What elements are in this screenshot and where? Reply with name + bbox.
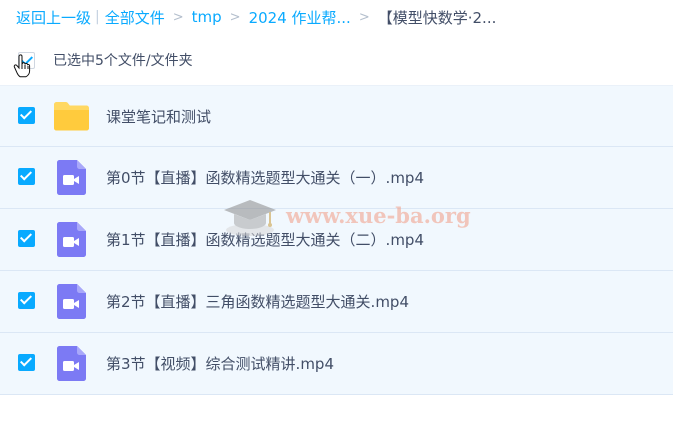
breadcrumb: 返回上一级 | 全部文件 > tmp > 2024 作业帮... > 【模型快数… [16,6,496,28]
row-checkbox[interactable] [18,107,35,124]
watermark-text: www.xue-ba.org [286,203,471,228]
row-checkbox[interactable] [18,230,35,247]
file-name[interactable]: 第2节【直播】三角函数精选题型大通关.mp4 [106,291,409,312]
row-checkbox[interactable] [18,354,35,371]
file-name[interactable]: 第0节【直播】函数精选题型大通关（一）.mp4 [106,167,424,188]
video-file-icon [57,284,86,319]
breadcrumb-separator: > [172,9,184,25]
video-file-icon [57,346,86,381]
breadcrumb-all-files[interactable]: 全部文件 [105,7,165,28]
row-checkbox[interactable] [18,168,35,185]
file-row-folder[interactable]: 课堂笔记和测试 [0,85,673,147]
file-list: 课堂笔记和测试 第0节【直播】函数精选题型大通关（一）.mp4 第1节【直播】函… [0,85,673,395]
selection-header: 已选中5个文件/文件夹 [0,44,673,78]
selection-count-label: 已选中5个文件/文件夹 [53,53,193,69]
breadcrumb-current: 【模型快数学·2... [377,8,497,27]
graduation-cap-icon [224,200,276,236]
breadcrumb-tmp[interactable]: tmp [192,8,222,26]
hand-cursor-icon [13,54,31,78]
row-checkbox[interactable] [18,292,35,309]
breadcrumb-separator: > [229,9,241,25]
file-row-video[interactable]: 第3节【视频】综合测试精讲.mp4 [0,333,673,395]
file-browser: 返回上一级 | 全部文件 > tmp > 2024 作业帮... > 【模型快数… [0,0,673,436]
watermark: www.xue-ba.org [220,193,471,239]
breadcrumb-2024-folder[interactable]: 2024 作业帮... [249,7,351,28]
back-link[interactable]: 返回上一级 [16,7,91,28]
breadcrumb-separator: > [358,9,370,25]
file-name[interactable]: 第3节【视频】综合测试精讲.mp4 [106,353,334,374]
folder-icon [54,102,89,131]
file-row-video[interactable]: 第2节【直播】三角函数精选题型大通关.mp4 [0,271,673,333]
video-file-icon [57,222,86,257]
breadcrumb-divider: | [95,9,100,25]
file-name[interactable]: 课堂笔记和测试 [106,106,211,127]
video-file-icon [57,160,86,195]
